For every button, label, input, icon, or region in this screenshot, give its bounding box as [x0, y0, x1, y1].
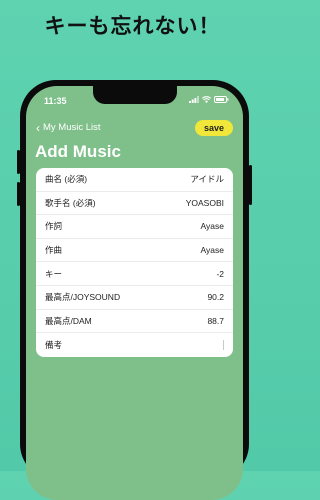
save-button[interactable]: save: [194, 120, 233, 136]
music-form: 曲名 (必須) アイドル 歌手名 (必須) YOASOBI 作詞 Ayase 作…: [36, 168, 233, 358]
form-row-lyricist[interactable]: 作詞 Ayase: [36, 215, 233, 239]
lyricist-label: 作詞: [45, 221, 63, 232]
back-button[interactable]: ‹ My Music List: [36, 120, 101, 135]
lyricist-field[interactable]: Ayase: [201, 221, 224, 231]
dam-score-field[interactable]: 88.7: [207, 316, 224, 326]
navigation-bar: ‹ My Music List save: [36, 120, 233, 138]
artist-label: 歌手名 (必須): [45, 197, 96, 208]
joysound-score-field[interactable]: 90.2: [207, 292, 224, 302]
key-label: キー: [45, 268, 63, 279]
form-row-dam-score[interactable]: 最高点/DAM 88.7: [36, 310, 233, 334]
app-screen: 11:35 ‹ My Music List save Add Music 曲名 …: [26, 86, 243, 500]
promo-headline: キーも忘れない！: [44, 14, 221, 38]
form-row-notes[interactable]: 備考: [36, 333, 233, 357]
form-row-composer[interactable]: 作曲 Ayase: [36, 239, 233, 263]
composer-field[interactable]: Ayase: [201, 245, 224, 255]
composer-label: 作曲: [45, 245, 63, 256]
phone-frame: 11:35 ‹ My Music List save Add Music 曲名 …: [20, 80, 249, 500]
form-row-artist[interactable]: 歌手名 (必須) YOASOBI: [36, 192, 233, 216]
form-row-title[interactable]: 曲名 (必須) アイドル: [36, 168, 233, 192]
notes-field[interactable]: [223, 340, 224, 351]
chevron-left-icon: ‹: [36, 120, 40, 135]
dam-score-label: 最高点/DAM: [45, 315, 92, 326]
key-field[interactable]: -2: [216, 269, 224, 279]
notes-label: 備考: [45, 340, 63, 351]
form-row-key[interactable]: キー -2: [36, 262, 233, 286]
form-row-joysound-score[interactable]: 最高点/JOYSOUND 90.2: [36, 286, 233, 310]
page-title: Add Music: [35, 142, 121, 161]
wifi-icon: [202, 96, 211, 103]
artist-field[interactable]: YOASOBI: [186, 198, 224, 208]
joysound-score-label: 最高点/JOYSOUND: [45, 292, 121, 303]
status-icons: [189, 96, 229, 103]
signal-icon: [189, 96, 199, 103]
title-label: 曲名 (必須): [45, 174, 88, 185]
status-bar: 11:35: [26, 96, 243, 110]
status-time: 11:35: [44, 96, 67, 106]
phone-power-button: [249, 165, 252, 205]
battery-icon: [214, 96, 229, 103]
back-button-label: My Music List: [43, 122, 101, 133]
title-field[interactable]: アイドル: [190, 173, 224, 185]
